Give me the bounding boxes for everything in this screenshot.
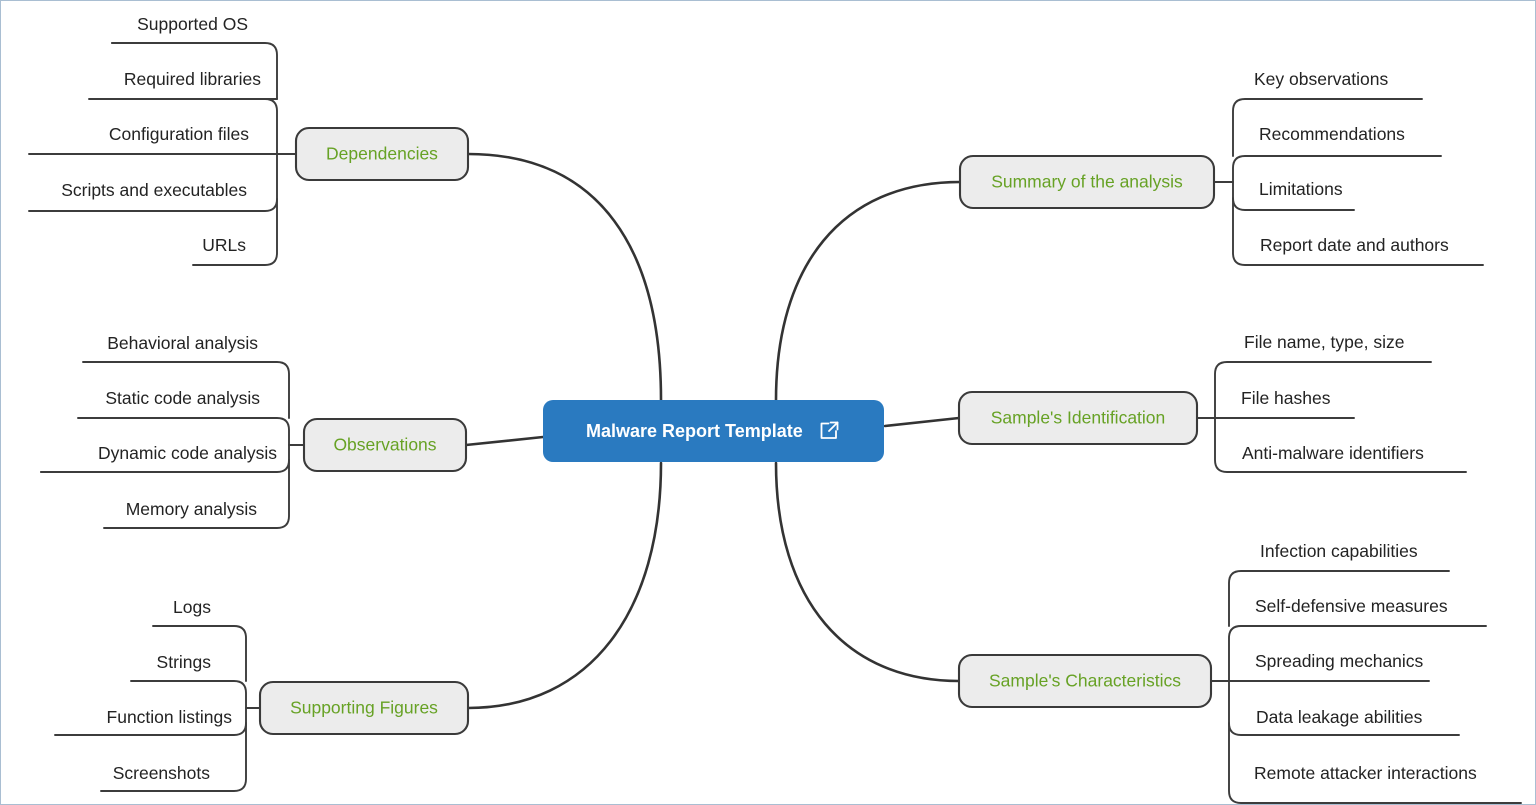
leaf-label: Supported OS <box>137 14 248 34</box>
edge-root-to-observations <box>464 435 545 447</box>
leaf-group-supporting-figures: Logs Strings Function listings Screensho… <box>54 597 261 792</box>
leaf-label: Key observations <box>1254 69 1388 89</box>
branch-label: Sample's Identification <box>991 408 1166 428</box>
leaf-label: Screenshots <box>113 763 211 783</box>
branch-node-observations[interactable]: Observations <box>302 417 468 473</box>
branch-label: Sample's Characteristics <box>989 671 1181 691</box>
leaf-label: Static code analysis <box>105 388 260 408</box>
leaf-label: Memory analysis <box>126 499 258 519</box>
leaf-label: Limitations <box>1259 179 1343 199</box>
leaf-group-summary: Key observations Recommendations Limitat… <box>1213 69 1484 266</box>
leaf-label: Scripts and executables <box>61 180 247 200</box>
branch-node-supporting-figures[interactable]: Supporting Figures <box>258 680 470 736</box>
edge-root-to-characteristics <box>774 461 961 683</box>
branch-label: Dependencies <box>326 144 438 164</box>
leaf-label: Recommendations <box>1259 124 1405 144</box>
branch-label: Observations <box>333 435 436 455</box>
leaf-group-identification: File name, type, size File hashes Anti-m… <box>1196 332 1467 473</box>
branch-node-samples-identification[interactable]: Sample's Identification <box>957 390 1199 446</box>
leaf-label: Dynamic code analysis <box>98 443 277 463</box>
edge-root-to-summary <box>774 180 962 402</box>
edge-root-to-identification <box>883 416 961 428</box>
leaf-group-dependencies: Supported OS Required libraries Configur… <box>28 14 297 266</box>
leaf-label: Configuration files <box>109 124 249 144</box>
branch-label: Supporting Figures <box>290 698 438 718</box>
leaf-label: Logs <box>173 597 211 617</box>
leaf-label: Self-defensive measures <box>1255 596 1448 616</box>
leaf-group-characteristics: Infection capabilities Self-defensive me… <box>1210 541 1522 804</box>
mindmap-svg: Supported OS Required libraries Configur… <box>28 14 1522 804</box>
leaf-label: Anti-malware identifiers <box>1242 443 1424 463</box>
leaf-label: Required libraries <box>124 69 261 89</box>
leaf-label: Infection capabilities <box>1260 541 1418 561</box>
leaf-label: Remote attacker interactions <box>1254 763 1477 783</box>
edge-root-to-dependencies <box>466 152 663 402</box>
leaf-label: File hashes <box>1241 388 1331 408</box>
branch-node-dependencies[interactable]: Dependencies <box>294 126 470 182</box>
leaf-label: Function listings <box>107 707 233 727</box>
root-label: Malware Report Template <box>586 421 803 441</box>
branch-node-samples-characteristics[interactable]: Sample's Characteristics <box>957 653 1213 709</box>
leaf-label: Report date and authors <box>1260 235 1449 255</box>
leaf-label: Data leakage abilities <box>1256 707 1423 727</box>
branch-label: Summary of the analysis <box>991 172 1183 192</box>
mindmap-canvas: Supported OS Required libraries Configur… <box>0 0 1536 805</box>
leaf-label: Behavioral analysis <box>107 333 258 353</box>
root-node[interactable]: Malware Report Template <box>543 400 884 462</box>
leaf-label: File name, type, size <box>1244 332 1404 352</box>
edge-root-to-supporting-figures <box>466 461 663 710</box>
leaf-label: URLs <box>202 235 246 255</box>
branch-node-summary-of-the-analysis[interactable]: Summary of the analysis <box>958 154 1216 210</box>
leaf-label: Strings <box>157 652 212 672</box>
leaf-bracket-dependencies-c <box>192 198 278 266</box>
leaf-group-observations: Behavioral analysis Static code analysis… <box>40 333 304 529</box>
leaf-label: Spreading mechanics <box>1255 651 1424 671</box>
